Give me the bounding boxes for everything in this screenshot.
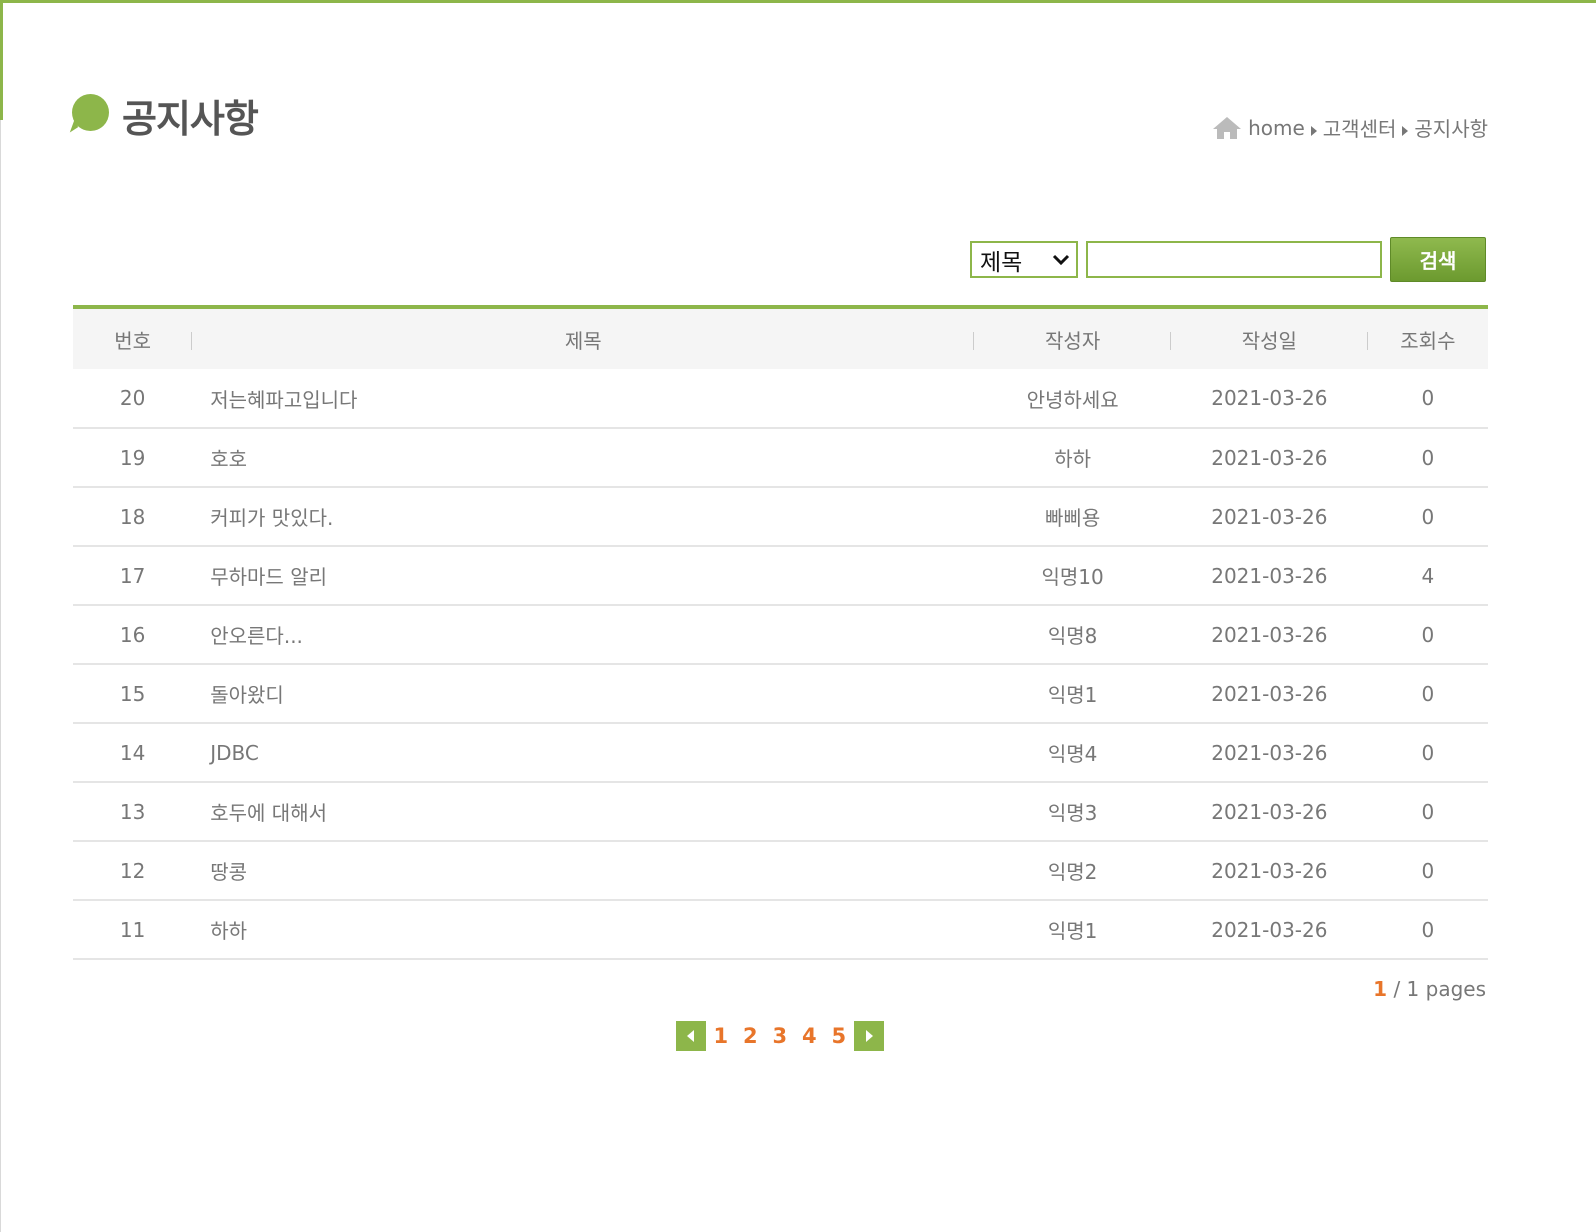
row-title-link[interactable]: 저는혜파고입니다: [192, 369, 974, 428]
arrow-right-icon: [865, 1030, 873, 1042]
row-number: 18: [119, 504, 146, 529]
row-views: 4: [1421, 563, 1435, 588]
row-number: 14: [119, 740, 146, 765]
chevron-down-icon: [1052, 254, 1070, 265]
row-date: 2021-03-26: [1211, 799, 1328, 824]
table-row[interactable]: 16 안오른다... 익명8 2021-03-26 0: [73, 605, 1488, 664]
row-number: 17: [119, 563, 146, 588]
row-number: 20: [119, 386, 146, 410]
prev-page-button[interactable]: [676, 1021, 706, 1051]
row-date: 2021-03-26: [1211, 681, 1328, 706]
row-date: 2021-03-26: [1211, 563, 1328, 588]
page-title: 공지사항: [122, 97, 259, 141]
row-views: 0: [1421, 917, 1435, 942]
search-button[interactable]: 검색: [1390, 237, 1486, 282]
row-author: 익명10: [1041, 565, 1104, 589]
row-number: 16: [119, 622, 146, 647]
search-input[interactable]: [1086, 241, 1382, 278]
header-author: 작성자: [974, 307, 1171, 369]
row-title-link[interactable]: 땅콩: [192, 841, 974, 900]
breadcrumb: home 고객센터 공지사항: [1212, 113, 1488, 142]
breadcrumb-arrow-icon: [1402, 125, 1409, 136]
table-row[interactable]: 18 커피가 맛있다. 빠삐용 2021-03-26 0: [73, 487, 1488, 546]
page-link-4[interactable]: 4: [795, 1024, 825, 1048]
row-title-link[interactable]: 커피가 맛있다.: [192, 487, 974, 546]
row-author: 익명3: [1047, 801, 1098, 825]
table-row[interactable]: 14 JDBC 익명4 2021-03-26 0: [73, 723, 1488, 782]
header-title: 제목: [192, 307, 975, 369]
row-date: 2021-03-26: [1211, 622, 1328, 647]
header-number: 번호: [73, 307, 193, 369]
notice-table: 번호 제목 작성자 작성일 조회수 20 저는혜파고입니다 안녕하세요 2021…: [73, 305, 1488, 960]
row-title-link[interactable]: 돌아왔디: [192, 664, 974, 723]
table-header-row: 번호 제목 작성자 작성일 조회수: [73, 307, 1488, 369]
top-accent-line: [0, 0, 1596, 3]
next-page-button[interactable]: [853, 1021, 884, 1051]
row-views: 0: [1421, 681, 1435, 706]
row-number: 11: [119, 917, 146, 942]
row-views: 0: [1421, 386, 1435, 410]
table-row[interactable]: 20 저는혜파고입니다 안녕하세요 2021-03-26 0: [73, 369, 1488, 428]
row-author: 하하: [1054, 447, 1092, 471]
left-border: [0, 0, 7, 1232]
row-date: 2021-03-26: [1211, 740, 1328, 765]
home-icon: [1213, 116, 1242, 139]
total-pages-text: / 1 pages: [1387, 977, 1486, 1001]
table-row[interactable]: 12 땅콩 익명2 2021-03-26 0: [73, 841, 1488, 900]
search-field-selected: 제목: [980, 249, 1023, 276]
header-date: 작성일: [1171, 307, 1368, 369]
row-views: 0: [1421, 622, 1435, 647]
row-author: 빠삐용: [1045, 506, 1101, 530]
row-title-link[interactable]: 호호: [192, 428, 974, 487]
row-date: 2021-03-26: [1211, 504, 1328, 529]
pagination: 1 2 3 4 5: [676, 1021, 884, 1051]
row-number: 13: [119, 799, 146, 824]
row-number: 12: [119, 858, 146, 883]
row-title-link[interactable]: 하하: [192, 900, 974, 959]
table-row[interactable]: 13 호두에 대해서 익명3 2021-03-26 0: [73, 782, 1488, 841]
breadcrumb-arrow-icon: [1310, 125, 1317, 136]
row-views: 0: [1421, 858, 1435, 883]
search-field-select[interactable]: 제목: [970, 241, 1078, 278]
row-author: 익명1: [1047, 683, 1098, 707]
row-date: 2021-03-26: [1211, 445, 1328, 470]
table-row[interactable]: 11 하하 익명1 2021-03-26 0: [73, 900, 1488, 959]
page-link-1[interactable]: 1: [706, 1024, 736, 1048]
row-title-link[interactable]: 안오른다...: [192, 605, 974, 664]
breadcrumb-current[interactable]: 공지사항: [1414, 113, 1488, 142]
row-number: 15: [119, 681, 146, 706]
header-views: 조회수: [1400, 328, 1456, 353]
page-count-info: 1 / 1 pages: [1373, 977, 1486, 1001]
page-link-2[interactable]: 2: [736, 1024, 766, 1048]
table-row[interactable]: 15 돌아왔디 익명1 2021-03-26 0: [73, 664, 1488, 723]
row-date: 2021-03-26: [1211, 386, 1328, 410]
breadcrumb-section[interactable]: 고객센터: [1323, 113, 1397, 142]
page-link-3[interactable]: 3: [765, 1024, 795, 1048]
row-author: 익명2: [1047, 860, 1098, 884]
breadcrumb-home[interactable]: home: [1248, 116, 1305, 140]
table-row[interactable]: 17 무하마드 알리 익명10 2021-03-26 4: [73, 546, 1488, 605]
table-row[interactable]: 19 호호 하하 2021-03-26 0: [73, 428, 1488, 487]
page-link-5[interactable]: 5: [824, 1024, 854, 1048]
row-views: 0: [1421, 799, 1435, 824]
row-author: 익명4: [1047, 742, 1098, 766]
row-views: 0: [1421, 445, 1435, 470]
row-author: 안녕하세요: [1026, 387, 1119, 412]
row-author: 익명8: [1047, 624, 1098, 648]
arrow-left-icon: [687, 1030, 694, 1042]
search-bar: 제목 검색: [970, 237, 1486, 282]
row-date: 2021-03-26: [1211, 917, 1328, 942]
row-number: 19: [119, 445, 146, 470]
row-author: 익명1: [1047, 919, 1098, 943]
row-title-link[interactable]: JDBC: [192, 723, 974, 782]
row-views: 0: [1421, 740, 1435, 765]
row-date: 2021-03-26: [1211, 858, 1328, 883]
speech-bubble-icon: [72, 94, 109, 131]
row-views: 0: [1421, 504, 1435, 529]
current-page-number: 1: [1373, 977, 1388, 1001]
row-title-link[interactable]: 무하마드 알리: [192, 546, 974, 605]
row-title-link[interactable]: 호두에 대해서: [192, 782, 974, 841]
